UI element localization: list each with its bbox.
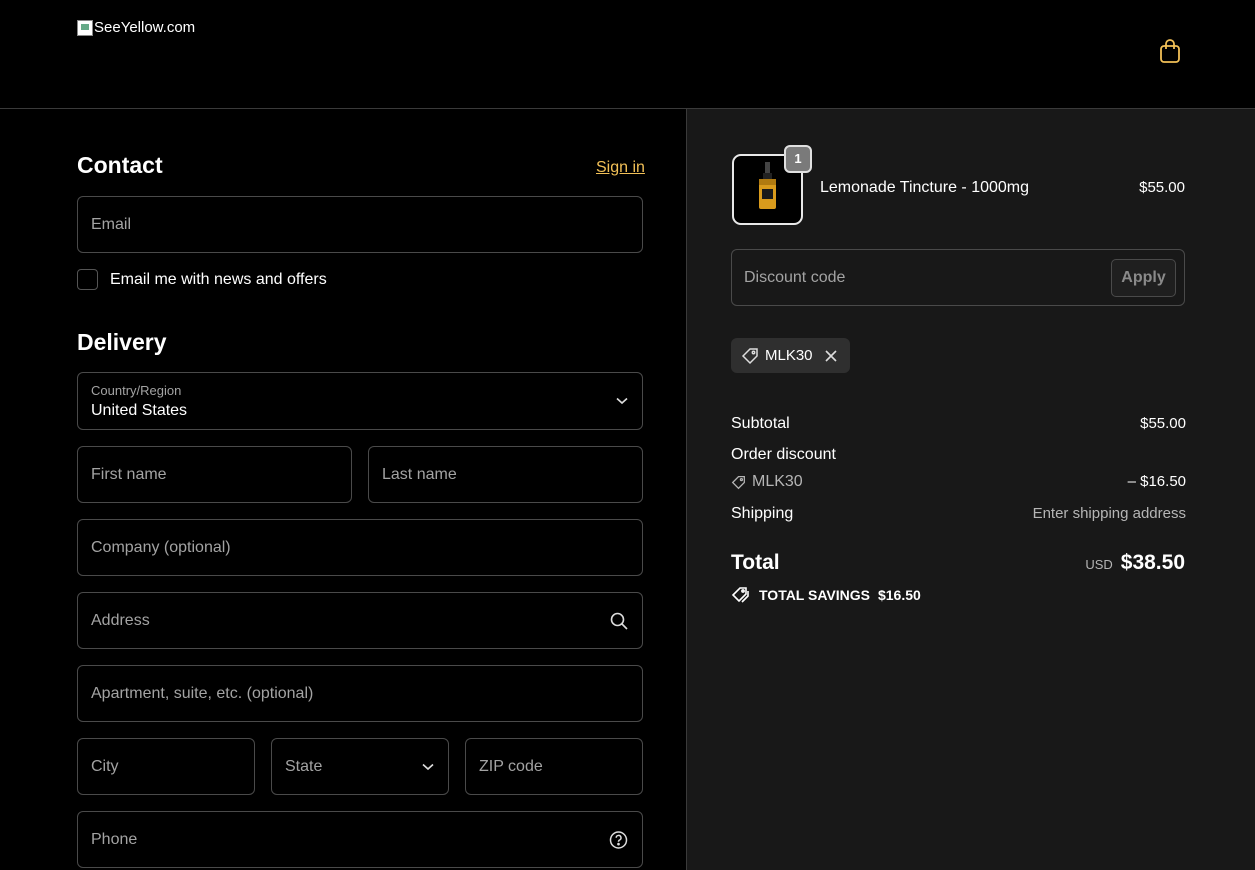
sign-in-link[interactable]: Sign in — [596, 159, 645, 177]
discount-code-field[interactable]: Discount code Apply — [731, 249, 1185, 306]
discount-code-row: MLK30 – $16.50 — [731, 473, 1186, 491]
discount-value: – $16.50 — [1127, 473, 1186, 490]
quantity-badge: 1 — [784, 145, 812, 173]
newsletter-option[interactable]: Email me with news and offers — [77, 269, 327, 290]
first-name-placeholder: First name — [91, 465, 167, 483]
last-name-placeholder: Last name — [382, 465, 457, 483]
product-price: $55.00 — [1139, 179, 1185, 196]
order-summary: 1 Lemonade Tincture - 1000mg $55.00 Disc… — [686, 109, 1255, 870]
contact-heading: Contact — [77, 152, 163, 178]
product-name: Lemonade Tincture - 1000mg — [820, 179, 1030, 196]
header: SeeYellow.com — [0, 0, 1255, 109]
order-discount-row: Order discount — [731, 446, 1186, 464]
discount-code-label: MLK30 — [752, 473, 803, 490]
search-icon[interactable] — [610, 612, 628, 630]
email-placeholder: Email — [91, 215, 132, 233]
applied-discount-chip: MLK30 — [731, 338, 850, 373]
email-field[interactable]: Email — [77, 196, 643, 253]
subtotal-value: $55.00 — [1140, 415, 1186, 432]
country-select[interactable]: Country/Region United States — [77, 372, 643, 430]
applied-code-text: MLK30 — [765, 347, 813, 364]
savings-label: TOTAL SAVINGS — [759, 587, 870, 603]
store-logo[interactable]: SeeYellow.com — [77, 19, 195, 36]
broken-image-icon — [77, 19, 93, 36]
delivery-heading: Delivery — [77, 329, 167, 355]
checkout-form: Contact Sign in Email Email me with news… — [0, 109, 686, 870]
subtotal-row: Subtotal $55.00 — [731, 415, 1186, 433]
phone-placeholder: Phone — [91, 830, 138, 848]
total-value: USD $38.50 — [1085, 551, 1185, 575]
total-amount: $38.50 — [1120, 551, 1185, 574]
order-discount-label: Order discount — [731, 446, 836, 463]
zip-field[interactable]: ZIP code — [465, 738, 643, 795]
city-field[interactable]: City — [77, 738, 255, 795]
shopping-bag-icon[interactable] — [1158, 38, 1182, 64]
chevron-down-icon — [422, 763, 434, 770]
tag-icon — [731, 475, 745, 489]
apartment-field[interactable]: Apartment, suite, etc. (optional) — [77, 665, 643, 722]
chevron-down-icon — [616, 397, 628, 405]
help-icon[interactable] — [609, 830, 628, 849]
address-placeholder: Address — [91, 611, 150, 629]
discount-placeholder: Discount code — [744, 268, 846, 286]
newsletter-label: Email me with news and offers — [110, 270, 327, 288]
newsletter-checkbox[interactable] — [77, 269, 98, 290]
state-select[interactable]: State — [271, 738, 449, 795]
first-name-field[interactable]: First name — [77, 446, 352, 503]
logo-alt-text: SeeYellow.com — [94, 19, 196, 36]
currency-code: USD — [1085, 557, 1113, 572]
total-savings: TOTAL SAVINGS $16.50 — [731, 586, 921, 604]
company-field[interactable]: Company (optional) — [77, 519, 643, 576]
savings-value: $16.50 — [877, 587, 921, 603]
phone-field[interactable]: Phone — [77, 811, 643, 868]
tags-icon — [731, 587, 749, 603]
shipping-row: Shipping Enter shipping address — [731, 505, 1186, 523]
total-label: Total — [731, 551, 780, 574]
apartment-placeholder: Apartment, suite, etc. (optional) — [91, 684, 314, 702]
city-placeholder: City — [91, 757, 119, 775]
subtotal-label: Subtotal — [731, 415, 790, 432]
last-name-field[interactable]: Last name — [368, 446, 643, 503]
country-label: Country/Region — [91, 383, 182, 398]
company-placeholder: Company (optional) — [91, 538, 231, 556]
tag-icon — [741, 347, 758, 364]
state-placeholder: State — [285, 757, 323, 775]
shipping-value: Enter shipping address — [1032, 505, 1186, 522]
zip-placeholder: ZIP code — [479, 757, 543, 775]
close-icon[interactable] — [824, 349, 837, 362]
country-value: United States — [91, 402, 188, 419]
address-field[interactable]: Address — [77, 592, 643, 649]
apply-discount-button[interactable]: Apply — [1111, 259, 1176, 297]
shipping-label: Shipping — [731, 505, 794, 522]
